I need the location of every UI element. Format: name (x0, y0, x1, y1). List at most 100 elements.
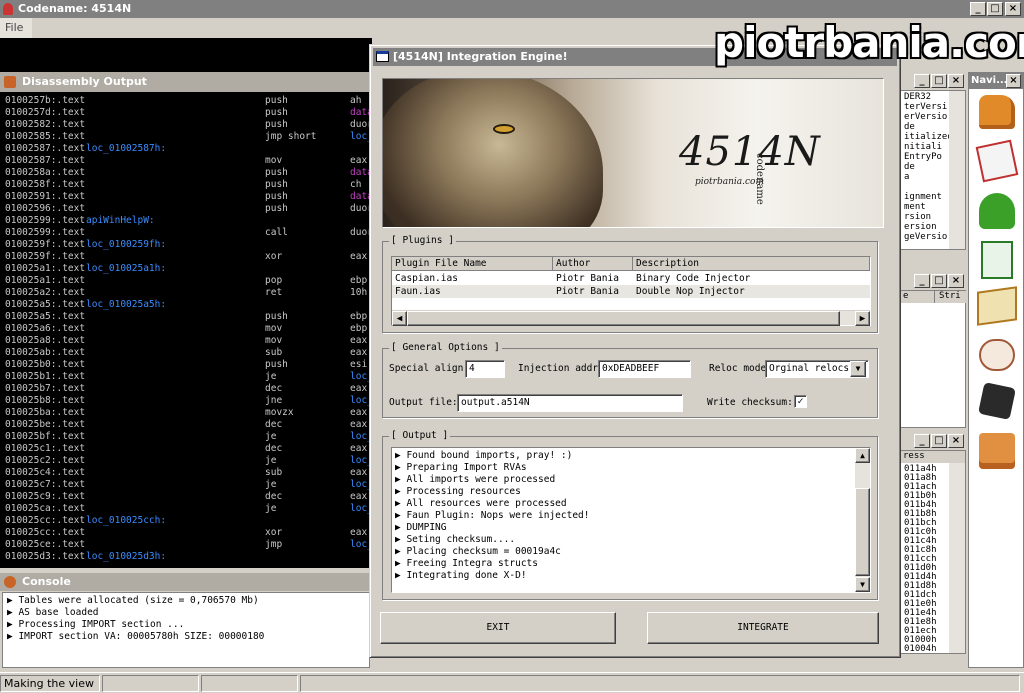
disasm-mnemonic: ret (265, 287, 283, 298)
disasm-row[interactable]: 010025a1:.text loc_010025a1h: (0, 263, 372, 275)
pane-close-button[interactable]: × (948, 274, 964, 288)
bread-icon[interactable] (979, 95, 1015, 129)
right-pane-bottom[interactable]: ress 011a4h 011a8h 011ach 011b0h 011b4h 011b8… (900, 450, 966, 654)
disasm-row[interactable]: 0100258f:.text push ch (0, 179, 372, 191)
dice-icon[interactable] (978, 382, 1016, 420)
disasm-row[interactable]: 01002585:.text jmp short loc_ (0, 131, 372, 143)
integrate-button[interactable]: INTEGRATE (647, 612, 879, 644)
disasm-row[interactable]: 010025b1:.text je loc_ (0, 371, 372, 383)
tree-icon[interactable] (979, 193, 1015, 229)
disasm-row[interactable]: 01002582:.text push duor (0, 119, 372, 131)
maximize-button[interactable]: □ (987, 2, 1003, 16)
disasm-row[interactable]: 010025c4:.text sub eax, (0, 467, 372, 479)
pane-max-button[interactable]: □ (931, 434, 947, 448)
col-description[interactable]: Description (633, 257, 870, 271)
disasm-row[interactable]: 010025cc:.text xor eax, (0, 527, 372, 539)
special-align-input[interactable]: 4 (465, 360, 505, 378)
pane-max-button[interactable]: □ (931, 274, 947, 288)
disasm-row[interactable]: 010025c7:.text je loc_ (0, 479, 372, 491)
right-pane-scrollbar[interactable] (949, 91, 965, 249)
disasm-row[interactable]: 010025ba:.text movzx eax, (0, 407, 372, 419)
reloc-mode-select[interactable]: Orginal relocs f ▼ (765, 360, 869, 378)
disasm-row[interactable]: 010025c2:.text je loc_ (0, 455, 372, 467)
scroll-up-button[interactable]: ▲ (855, 448, 870, 463)
disasm-row[interactable]: 0100258a:.text push data (0, 167, 372, 179)
right-pane-mid-titlebar: _ □ × (900, 272, 966, 290)
pane-min-button[interactable]: _ (914, 434, 930, 448)
disasm-row[interactable]: 0100257d:.text push data (0, 107, 372, 119)
edit-icon[interactable] (975, 139, 1019, 183)
table-row[interactable]: Caspian.ias Piotr Bania Binary Code Inje… (392, 272, 870, 285)
disasm-row[interactable]: 010025bf:.text je loc_ (0, 431, 372, 443)
disasm-row[interactable]: 010025c1:.text dec eax (0, 443, 372, 455)
document-icon[interactable] (981, 241, 1013, 279)
sheep-icon[interactable] (979, 339, 1015, 371)
disasm-row[interactable]: 010025b7:.text dec eax (0, 383, 372, 395)
disasm-row[interactable]: 010025d3:.text loc_010025d3h: (0, 551, 372, 563)
right-pane-scrollbar[interactable] (949, 463, 965, 653)
mid-col-header-1[interactable]: e (901, 291, 935, 303)
disasm-row[interactable]: 010025be:.text dec eax (0, 419, 372, 431)
pane-min-button[interactable]: _ (914, 74, 930, 88)
disasm-row[interactable]: 0100259f:.text loc_0100259fh: (0, 239, 372, 251)
pane-max-button[interactable]: □ (931, 74, 947, 88)
disasm-row[interactable]: 010025a6:.text mov ebp, (0, 323, 372, 335)
chevron-down-icon[interactable]: ▼ (850, 361, 866, 377)
disasm-row[interactable]: 010025a8:.text mov eax, (0, 335, 372, 347)
output-log[interactable]: ▲ ▼ ▶ Found bound imports, pray! :) ▶ Pre… (391, 447, 871, 593)
disasm-row[interactable]: 01002599:.text apiWinHelpW: (0, 215, 372, 227)
injection-addr-input[interactable]: 0xDEADBEEF (598, 360, 691, 378)
scroll-right-button[interactable]: ▶ (855, 311, 870, 326)
disasm-row[interactable]: 01002587:.text mov eax, (0, 155, 372, 167)
bottom-col-header[interactable]: ress (901, 451, 965, 463)
disasm-row[interactable]: 010025cc:.text loc_010025cch: (0, 515, 372, 527)
book-icon[interactable] (977, 286, 1017, 326)
console-output[interactable]: ▶ Tables were allocated (size = 0,706570… (2, 592, 370, 668)
mid-col-header-2[interactable]: Stri (935, 291, 966, 303)
disasm-row[interactable]: 010025ca:.text je loc_ (0, 503, 372, 515)
plugins-table[interactable]: Plugin File Name Author Description Casp… (391, 256, 871, 326)
table-row[interactable]: Faun.ias Piotr Bania Double Nop Injector (392, 285, 870, 298)
disasm-row[interactable]: 010025ab:.text sub eax, (0, 347, 372, 359)
disasm-listing[interactable]: 0100257b:.text push ah 0100257d:.text push da… (0, 92, 372, 568)
disasm-row[interactable]: 010025a5:.text loc_010025a5h: (0, 299, 372, 311)
disasm-row[interactable]: 010025c9:.text dec eax (0, 491, 372, 503)
disasm-row[interactable]: 010025a5:.text push ebp (0, 311, 372, 323)
right-pane-top[interactable]: DER32 terVersi erVersio de itialized nitiali E… (900, 90, 966, 250)
output-vscrollbar[interactable]: ▲ ▼ (855, 448, 870, 592)
disasm-row[interactable]: 01002591:.text push data (0, 191, 372, 203)
disasm-row[interactable]: 010025a1:.text pop ebp (0, 275, 372, 287)
scroll-left-button[interactable]: ◀ (392, 311, 407, 326)
checkmark-icon: ✓ (797, 396, 804, 407)
banner-logo: 4514N (679, 129, 821, 175)
write-checksum-checkbox[interactable]: ✓ (794, 395, 807, 408)
disasm-row[interactable]: 01002587:.text loc_01002587h: (0, 143, 372, 155)
navigator-close-button[interactable]: × (1006, 74, 1021, 88)
output-line-text: All imports were processed (406, 474, 556, 485)
disasm-row[interactable]: 0100257b:.text push ah (0, 95, 372, 107)
disasm-row[interactable]: 0100259f:.text xor eax, (0, 251, 372, 263)
plugins-hscrollbar[interactable]: ◀ ▶ (392, 310, 870, 326)
disasm-row[interactable]: 01002596:.text push duor (0, 203, 372, 215)
disasm-row[interactable]: 01002599:.text call duor (0, 227, 372, 239)
disasm-row[interactable]: 010025ce:.text jmp loc_ (0, 539, 372, 551)
col-author[interactable]: Author (553, 257, 633, 271)
toolbar-area (0, 38, 372, 72)
right-pane-mid[interactable]: e Stri (900, 290, 966, 428)
pane-min-button[interactable]: _ (914, 274, 930, 288)
col-plugin-file-name[interactable]: Plugin File Name (392, 257, 553, 271)
output-file-input[interactable]: output.a514N (457, 394, 683, 412)
scroll-thumb[interactable] (407, 311, 840, 326)
scroll-thumb[interactable] (855, 488, 870, 576)
minimize-button[interactable]: _ (970, 2, 986, 16)
disasm-row[interactable]: 010025a2:.text ret 10h (0, 287, 372, 299)
scroll-down-button[interactable]: ▼ (855, 577, 870, 592)
calculator-icon[interactable] (979, 433, 1015, 469)
exit-button[interactable]: EXIT (380, 612, 616, 644)
close-button[interactable]: × (1005, 2, 1021, 16)
menu-file[interactable]: File (0, 18, 32, 38)
disasm-row[interactable]: 010025b0:.text push esi (0, 359, 372, 371)
pane-close-button[interactable]: × (948, 434, 964, 448)
pane-close-button[interactable]: × (948, 74, 964, 88)
disasm-row[interactable]: 010025b8:.text jne loc_ (0, 395, 372, 407)
